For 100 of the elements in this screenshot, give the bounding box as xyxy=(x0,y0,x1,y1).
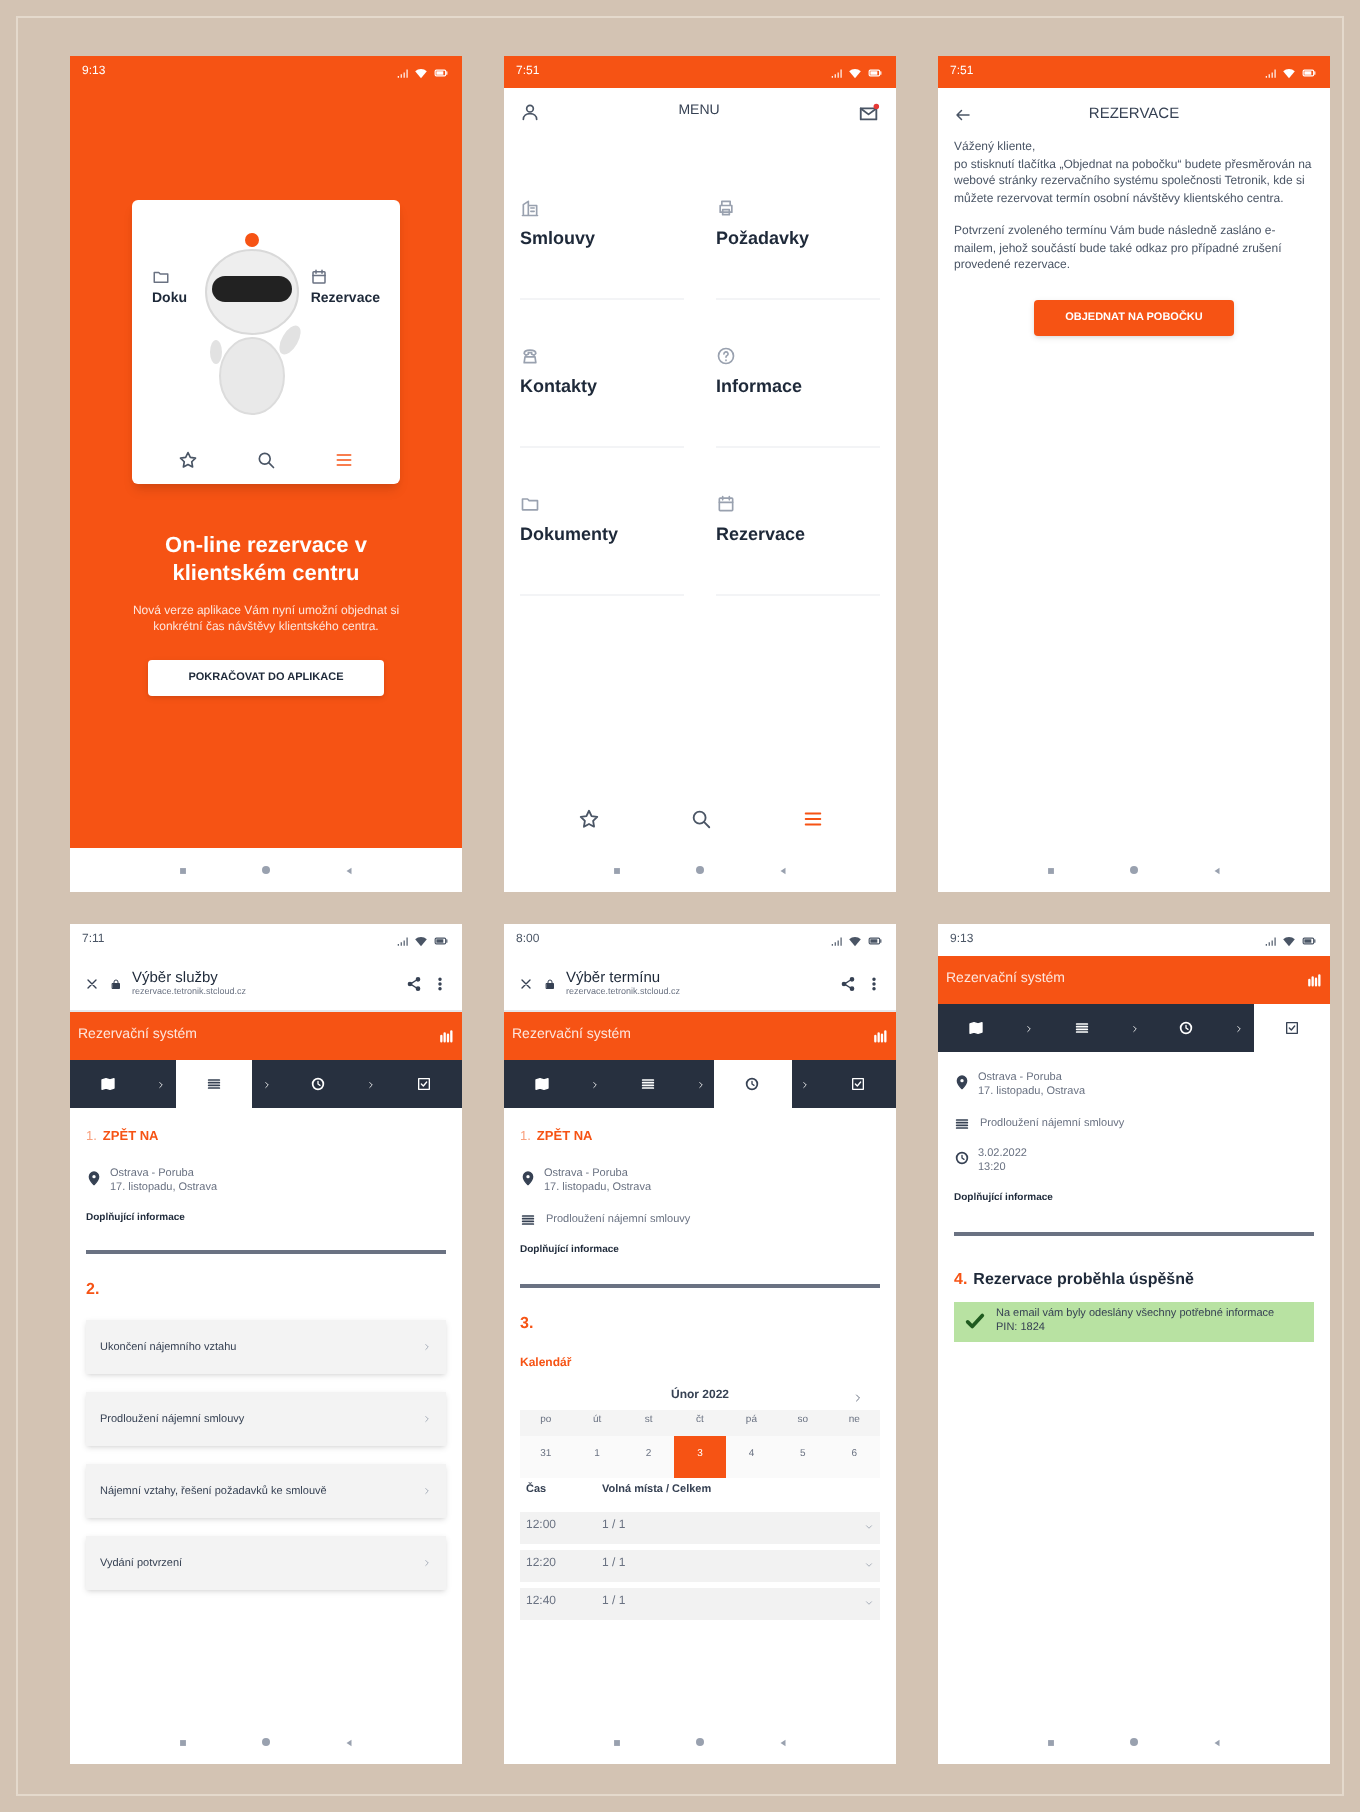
chart-icon[interactable] xyxy=(1306,972,1322,988)
chevron-icon xyxy=(800,1079,810,1089)
back-icon[interactable] xyxy=(778,1737,788,1747)
chevron-icon xyxy=(156,1079,166,1089)
signal-icon xyxy=(396,65,410,79)
chevron-icon xyxy=(1234,1023,1244,1033)
chevron-icon xyxy=(422,1342,432,1353)
checkbox-icon xyxy=(1283,1020,1300,1036)
menu-item[interactable]: Informace xyxy=(716,300,880,448)
recent-apps-icon[interactable] xyxy=(612,865,622,875)
back-arrow-icon[interactable] xyxy=(954,105,972,123)
profile-icon[interactable] xyxy=(520,102,540,122)
recent-apps-icon[interactable] xyxy=(178,1737,188,1747)
chevron-icon xyxy=(1024,1023,1034,1033)
back-icon[interactable] xyxy=(1212,1737,1222,1747)
battery-icon xyxy=(432,933,450,947)
list-icon xyxy=(954,1116,970,1133)
step-tab[interactable] xyxy=(938,1004,1015,1052)
map-icon xyxy=(968,1020,985,1036)
menu-item[interactable]: Dokumenty xyxy=(520,448,684,596)
step-tab[interactable] xyxy=(70,1060,147,1108)
wifi-icon xyxy=(414,933,428,947)
chevron-icon xyxy=(366,1079,376,1089)
home-icon[interactable] xyxy=(1128,1736,1140,1748)
chevron-down-icon xyxy=(864,1522,874,1532)
chevron-icon xyxy=(695,1079,705,1089)
battery-icon xyxy=(866,65,884,79)
location-pin-icon xyxy=(86,1169,102,1186)
back-icon[interactable] xyxy=(778,865,788,875)
menu-icon[interactable] xyxy=(801,807,823,829)
home-icon[interactable] xyxy=(260,864,272,876)
folder-icon xyxy=(520,493,540,514)
step-tab[interactable] xyxy=(504,1060,581,1108)
step-number: 4. xyxy=(954,1267,968,1292)
recent-apps-icon[interactable] xyxy=(612,1737,622,1747)
chevron-icon xyxy=(422,1414,432,1425)
checkbox-icon xyxy=(849,1076,866,1092)
back-icon[interactable] xyxy=(344,1737,354,1747)
recent-apps-icon[interactable] xyxy=(178,865,188,875)
recent-apps-icon[interactable] xyxy=(1046,1737,1056,1747)
calendar-icon xyxy=(716,493,736,514)
menu-icon[interactable] xyxy=(334,450,355,470)
chevron-icon xyxy=(422,1558,432,1569)
search-icon[interactable] xyxy=(689,807,711,829)
list-icon xyxy=(520,1211,536,1228)
clock-icon xyxy=(744,1076,761,1092)
wifi-icon xyxy=(414,65,428,79)
home-icon[interactable] xyxy=(694,1736,706,1748)
check-icon xyxy=(964,1310,986,1333)
recent-apps-icon[interactable] xyxy=(1046,865,1056,875)
location-pin-icon xyxy=(520,1169,536,1186)
help-icon xyxy=(716,345,736,366)
back-icon[interactable] xyxy=(1212,865,1222,875)
more-icon[interactable] xyxy=(866,975,882,991)
chevron-down-icon xyxy=(864,1598,874,1608)
star-icon[interactable] xyxy=(177,450,198,470)
wifi-icon xyxy=(848,65,862,79)
clock-icon xyxy=(1178,1020,1195,1036)
result-title: Rezervace proběhla úspěšně xyxy=(973,1267,1194,1292)
printer-icon xyxy=(716,197,736,218)
close-icon[interactable] xyxy=(518,975,534,991)
star-icon[interactable] xyxy=(577,807,599,829)
chart-icon[interactable] xyxy=(872,1028,888,1044)
battery-icon xyxy=(432,65,450,79)
menu-item[interactable]: Kontakty xyxy=(520,300,684,448)
list-icon xyxy=(639,1076,656,1092)
signal-icon xyxy=(830,933,844,947)
home-icon[interactable] xyxy=(1128,864,1140,876)
chart-icon[interactable] xyxy=(438,1028,454,1044)
home-icon[interactable] xyxy=(260,1736,272,1748)
map-icon xyxy=(534,1076,551,1092)
battery-icon xyxy=(866,933,884,947)
chevron-icon xyxy=(590,1079,600,1089)
more-icon[interactable] xyxy=(432,975,448,991)
wifi-icon xyxy=(848,933,862,947)
menu-item[interactable]: Rezervace xyxy=(716,448,880,596)
search-icon[interactable] xyxy=(255,450,276,470)
back-icon[interactable] xyxy=(344,865,354,875)
list-icon xyxy=(1073,1020,1090,1036)
share-icon[interactable] xyxy=(406,975,422,991)
folder-icon xyxy=(152,268,170,286)
section-number: 3. xyxy=(520,1311,536,1335)
signal-icon xyxy=(1264,933,1278,947)
home-icon[interactable] xyxy=(694,864,706,876)
section-number: 2. xyxy=(86,1278,102,1303)
menu-item[interactable]: Smlouvy xyxy=(520,152,684,300)
building-icon xyxy=(520,197,540,218)
close-icon[interactable] xyxy=(84,975,100,991)
clock-icon xyxy=(954,1150,970,1167)
share-icon[interactable] xyxy=(840,975,856,991)
signal-icon xyxy=(1264,65,1278,79)
next-month-icon[interactable] xyxy=(852,1391,864,1403)
battery-icon xyxy=(1300,65,1318,79)
mail-icon[interactable] xyxy=(858,101,880,123)
list-icon xyxy=(205,1076,222,1092)
chevron-icon xyxy=(261,1079,271,1089)
menu-item[interactable]: Požadavky xyxy=(716,152,880,300)
title: On-line rezervace v klientském centru xyxy=(163,532,369,588)
map-icon xyxy=(100,1076,117,1092)
signal-icon xyxy=(830,65,844,79)
